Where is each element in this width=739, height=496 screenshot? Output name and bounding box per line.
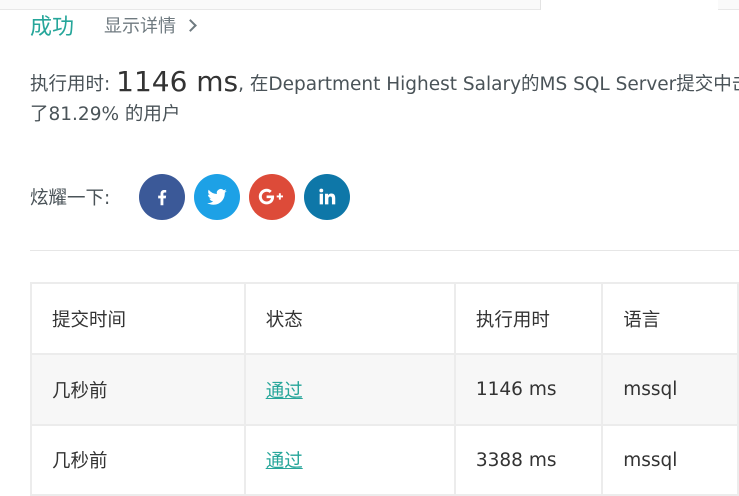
- cell-runtime: 1146 ms: [453, 353, 604, 426]
- result-summary: 执行用时: 1146 ms, 在Department Highest Salar…: [30, 66, 739, 130]
- facebook-share-button[interactable]: [139, 174, 186, 220]
- header-submit-time: 提交时间: [30, 282, 246, 355]
- show-details-link[interactable]: 显示详情: [104, 12, 197, 38]
- linkedin-share-button[interactable]: [304, 174, 351, 220]
- header-runtime: 执行用时: [453, 282, 604, 355]
- share-label: 炫耀一下:: [30, 188, 111, 209]
- show-details-label: 显示详情: [104, 16, 177, 37]
- section-divider: [30, 250, 739, 251]
- runtime-value: 1146 ms: [116, 65, 239, 98]
- status-link[interactable]: 通过: [266, 381, 303, 402]
- facebook-icon: [158, 189, 167, 206]
- cell-submit-time: 几秒前: [30, 353, 246, 426]
- tab-bar-background-right: [718, 0, 739, 10]
- cell-runtime: 3388 ms: [453, 424, 604, 496]
- cell-submit-time: 几秒前: [30, 424, 246, 496]
- table-row: 几秒前 通过 3388 ms mssql: [30, 424, 739, 496]
- google-plus-icon: [259, 188, 284, 205]
- result-status-row: 成功 显示详情: [30, 8, 197, 42]
- table-header-row: 提交时间 状态 执行用时 语言: [30, 282, 739, 355]
- result-sentence-part2: 了81.29% 的用户: [30, 104, 181, 125]
- submissions-table: 提交时间 状态 执行用时 语言 几秒前 通过 1146 ms mssql 几秒前…: [30, 282, 739, 496]
- header-language: 语言: [601, 282, 739, 355]
- result-sentence-part1: , 在Department Highest Salary的MS SQL Serv…: [238, 74, 739, 95]
- twitter-icon: [207, 189, 227, 205]
- linkedin-icon: [319, 188, 336, 205]
- share-row: 炫耀一下:: [30, 173, 359, 221]
- active-tab[interactable]: [540, 0, 719, 10]
- cell-status: 通过: [243, 353, 456, 426]
- runtime-label: 执行用时:: [30, 74, 111, 95]
- table-row: 几秒前 通过 1146 ms mssql: [30, 353, 739, 426]
- twitter-share-button[interactable]: [194, 174, 241, 220]
- cell-language: mssql: [601, 353, 739, 426]
- cell-status: 通过: [243, 424, 456, 496]
- chevron-right-icon: [184, 18, 197, 32]
- google-plus-share-button[interactable]: [249, 174, 296, 220]
- status-title: 成功: [30, 15, 75, 40]
- status-link[interactable]: 通过: [266, 451, 303, 472]
- cell-language: mssql: [601, 424, 739, 496]
- header-status: 状态: [243, 282, 456, 355]
